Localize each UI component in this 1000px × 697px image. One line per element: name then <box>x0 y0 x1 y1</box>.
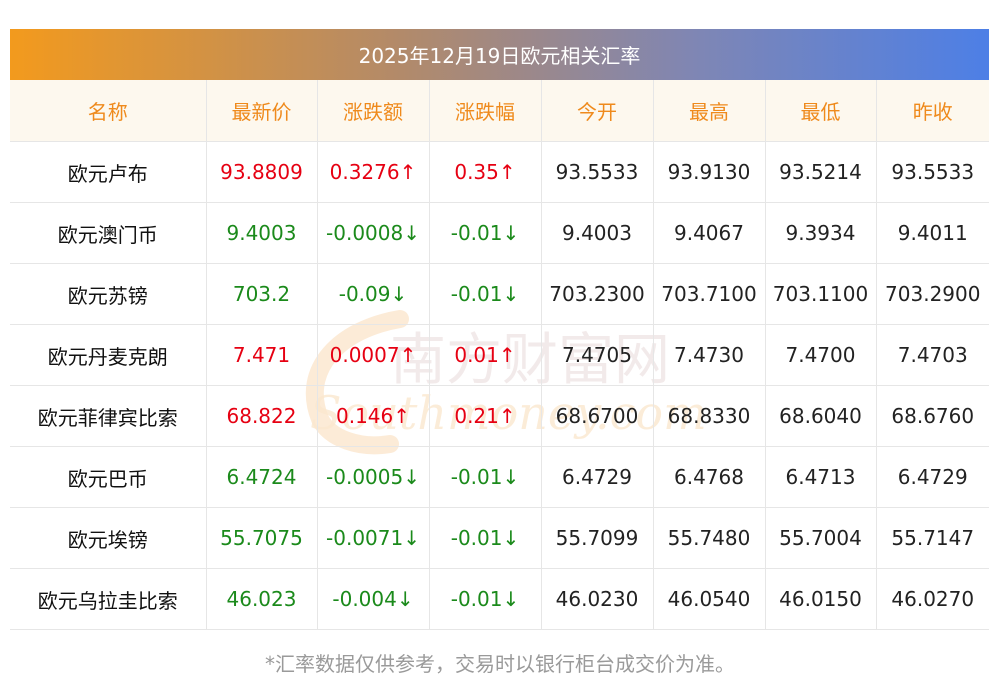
table-row: 欧元卢布 93.8809 0.3276↑ 0.35↑ 93.5533 93.91… <box>10 141 989 203</box>
cell-open: 703.2300 <box>541 263 654 325</box>
cell-name: 欧元埃镑 <box>10 507 207 569</box>
cell-change: -0.0071↓ <box>317 507 430 569</box>
cell-name: 欧元巴币 <box>10 446 207 508</box>
cell-prev-close: 6.4729 <box>876 446 989 508</box>
cell-latest: 703.2 <box>206 263 318 325</box>
cell-open: 46.0230 <box>541 568 654 630</box>
cell-prev-close: 703.2900 <box>876 263 989 325</box>
cell-high: 93.9130 <box>653 141 766 203</box>
cell-prev-close: 55.7147 <box>876 507 989 569</box>
cell-low: 46.0150 <box>765 568 877 630</box>
cell-name: 欧元苏镑 <box>10 263 207 325</box>
cell-change-pct: -0.01↓ <box>429 507 542 569</box>
cell-high: 55.7480 <box>653 507 766 569</box>
cell-name: 欧元丹麦克朗 <box>10 324 207 386</box>
header-latest: 最新价 <box>206 80 318 142</box>
table-row: 欧元丹麦克朗 7.471 0.0007↑ 0.01↑ 7.4705 7.4730… <box>10 324 989 386</box>
cell-latest: 93.8809 <box>206 141 318 203</box>
cell-latest: 68.822 <box>206 385 318 447</box>
header-prev-close: 昨收 <box>876 80 989 142</box>
cell-high: 9.4067 <box>653 202 766 264</box>
cell-change-pct: -0.01↓ <box>429 263 542 325</box>
cell-prev-close: 46.0270 <box>876 568 989 630</box>
cell-name: 欧元菲律宾比索 <box>10 385 207 447</box>
cell-low: 9.3934 <box>765 202 877 264</box>
cell-change-pct: -0.01↓ <box>429 446 542 508</box>
cell-low: 68.6040 <box>765 385 877 447</box>
cell-high: 6.4768 <box>653 446 766 508</box>
table-row: 欧元菲律宾比索 68.822 0.146↑ 0.21↑ 68.6700 68.8… <box>10 385 989 447</box>
cell-change: -0.0008↓ <box>317 202 430 264</box>
cell-low: 7.4700 <box>765 324 877 386</box>
header-change-pct: 涨跌幅 <box>429 80 542 142</box>
cell-name: 欧元卢布 <box>10 141 207 203</box>
table-row: 欧元澳门币 9.4003 -0.0008↓ -0.01↓ 9.4003 9.40… <box>10 202 989 264</box>
cell-low: 93.5214 <box>765 141 877 203</box>
cell-change: 0.146↑ <box>317 385 430 447</box>
cell-change-pct: 0.21↑ <box>429 385 542 447</box>
cell-latest: 7.471 <box>206 324 318 386</box>
cell-latest: 46.023 <box>206 568 318 630</box>
cell-latest: 55.7075 <box>206 507 318 569</box>
page-title-banner: 2025年12月19日欧元相关汇率 <box>10 29 989 80</box>
rate-table: 名称 最新价 涨跌额 涨跌幅 今开 最高 最低 昨收 欧元卢布 93.8809 … <box>10 80 989 630</box>
header-high: 最高 <box>653 80 766 142</box>
cell-low: 6.4713 <box>765 446 877 508</box>
cell-high: 46.0540 <box>653 568 766 630</box>
cell-low: 703.1100 <box>765 263 877 325</box>
table-row: 欧元苏镑 703.2 -0.09↓ -0.01↓ 703.2300 703.71… <box>10 263 989 325</box>
table-row: 欧元埃镑 55.7075 -0.0071↓ -0.01↓ 55.7099 55.… <box>10 507 989 569</box>
cell-change: 0.3276↑ <box>317 141 430 203</box>
cell-high: 7.4730 <box>653 324 766 386</box>
cell-latest: 6.4724 <box>206 446 318 508</box>
table-row: 欧元乌拉圭比索 46.023 -0.004↓ -0.01↓ 46.0230 46… <box>10 568 989 630</box>
header-open: 今开 <box>541 80 654 142</box>
cell-prev-close: 93.5533 <box>876 141 989 203</box>
header-name: 名称 <box>10 80 207 142</box>
cell-prev-close: 68.6760 <box>876 385 989 447</box>
cell-name: 欧元澳门币 <box>10 202 207 264</box>
table-header-row: 名称 最新价 涨跌额 涨跌幅 今开 最高 最低 昨收 <box>10 80 989 142</box>
cell-open: 6.4729 <box>541 446 654 508</box>
cell-change-pct: -0.01↓ <box>429 202 542 264</box>
cell-change: -0.0005↓ <box>317 446 430 508</box>
cell-name: 欧元乌拉圭比索 <box>10 568 207 630</box>
cell-change-pct: 0.35↑ <box>429 141 542 203</box>
table-row: 欧元巴币 6.4724 -0.0005↓ -0.01↓ 6.4729 6.476… <box>10 446 989 508</box>
cell-change-pct: 0.01↑ <box>429 324 542 386</box>
cell-open: 7.4705 <box>541 324 654 386</box>
cell-high: 68.8330 <box>653 385 766 447</box>
cell-change-pct: -0.01↓ <box>429 568 542 630</box>
header-low: 最低 <box>765 80 877 142</box>
cell-latest: 9.4003 <box>206 202 318 264</box>
cell-open: 55.7099 <box>541 507 654 569</box>
cell-prev-close: 9.4011 <box>876 202 989 264</box>
cell-open: 93.5533 <box>541 141 654 203</box>
header-change: 涨跌额 <box>317 80 430 142</box>
disclaimer-footnote: *汇率数据仅供参考，交易时以银行柜台成交价为准。 <box>265 652 735 676</box>
page-title: 2025年12月19日欧元相关汇率 <box>358 44 641 68</box>
cell-change: -0.004↓ <box>317 568 430 630</box>
cell-change: 0.0007↑ <box>317 324 430 386</box>
rate-panel: 2025年12月19日欧元相关汇率 南方财富网 Southmoney.com 名… <box>10 29 989 630</box>
cell-open: 68.6700 <box>541 385 654 447</box>
cell-change: -0.09↓ <box>317 263 430 325</box>
cell-low: 55.7004 <box>765 507 877 569</box>
cell-prev-close: 7.4703 <box>876 324 989 386</box>
cell-open: 9.4003 <box>541 202 654 264</box>
cell-high: 703.7100 <box>653 263 766 325</box>
